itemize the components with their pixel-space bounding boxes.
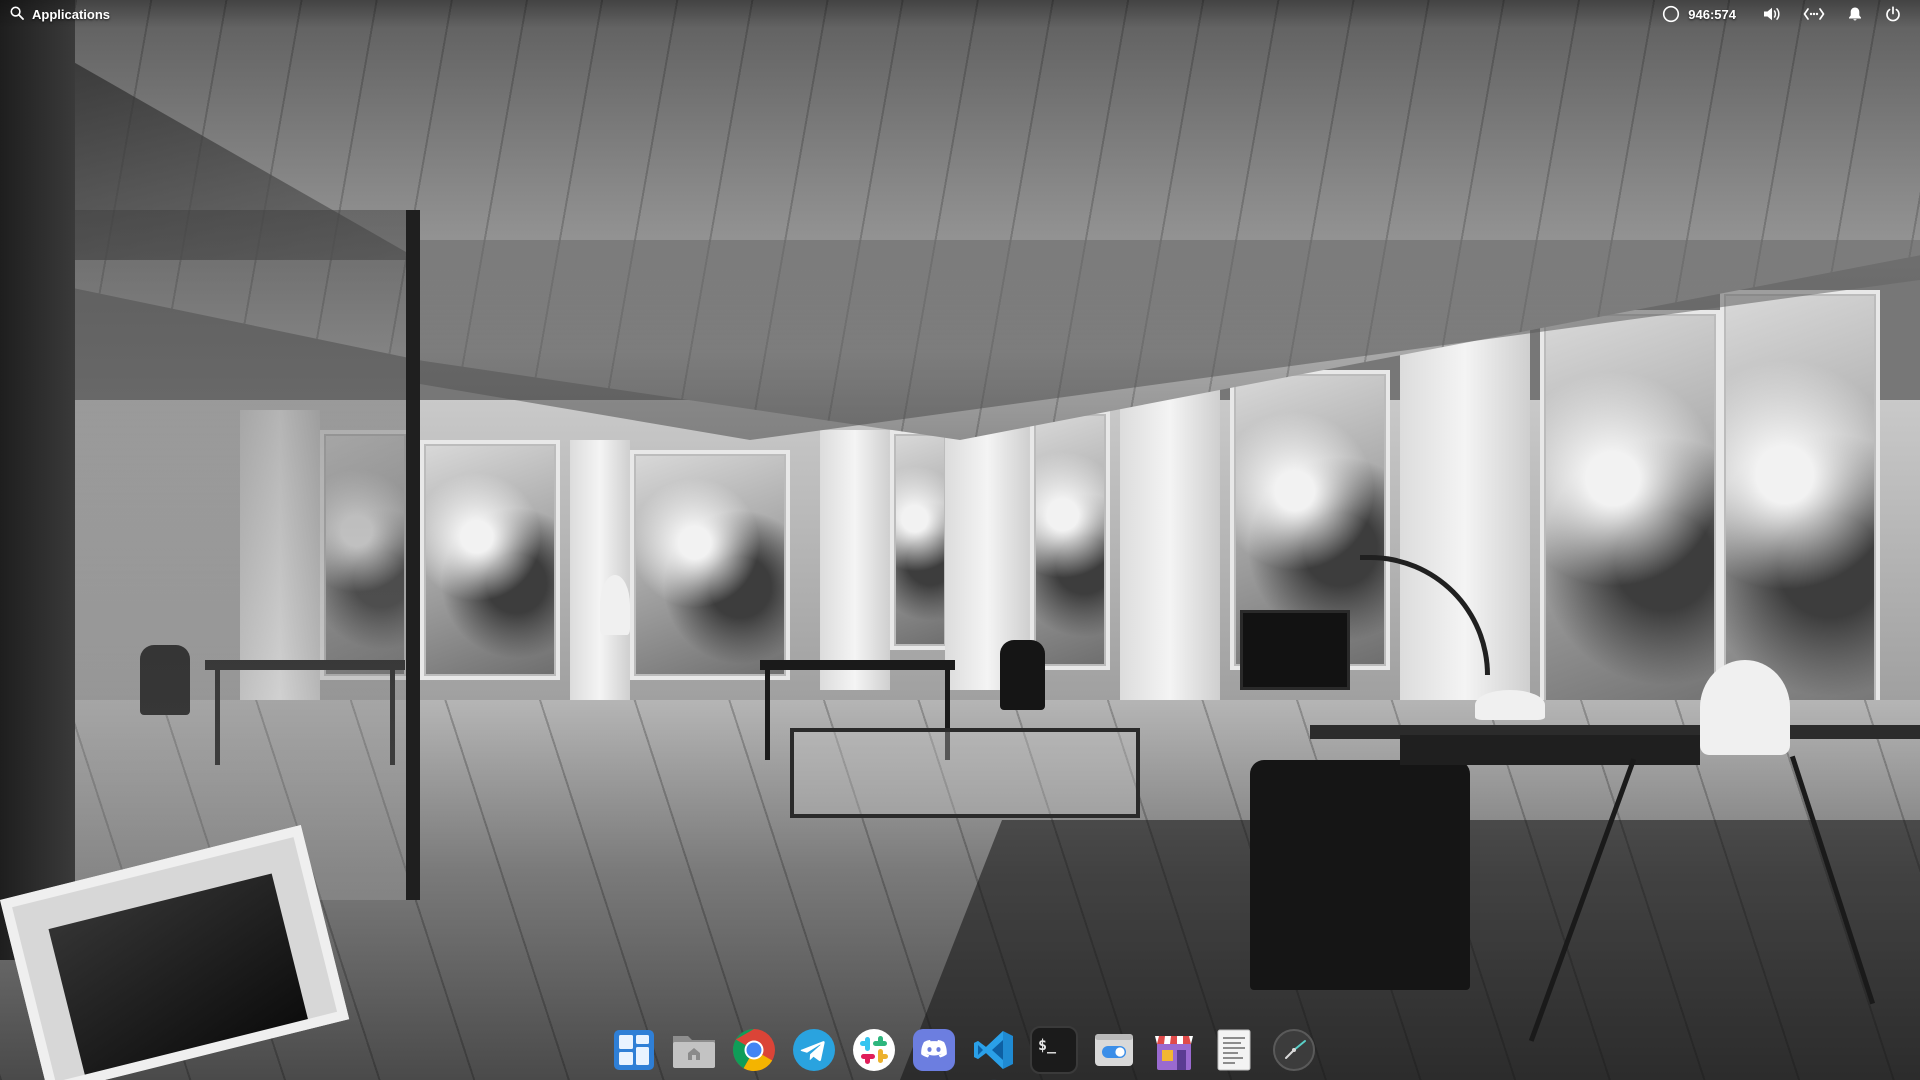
clock-icon [1270,1026,1318,1074]
chrome-icon [730,1026,778,1074]
dock-item-visual-studio-code[interactable] [970,1026,1018,1074]
wallpaper-window [630,450,790,680]
dock-item-appcenter[interactable] [1150,1026,1198,1074]
wallpaper-window [420,440,560,680]
discord-icon [910,1026,958,1074]
dock-item-slack[interactable] [850,1026,898,1074]
dock: $_ [600,1018,1328,1080]
session-indicator[interactable] [1874,0,1912,28]
notifications-indicator[interactable] [1836,0,1874,28]
clock-indicator[interactable]: 946:574 [1651,0,1752,28]
wallpaper-sculpture [600,575,630,635]
wallpaper-table-leg [765,665,770,760]
wallpaper-table [760,660,955,670]
dock-item-system-settings[interactable] [1090,1026,1138,1074]
applications-menu-button[interactable]: Applications [0,0,120,28]
settings-toggle-icon [1090,1026,1138,1074]
wallpaper-chair [1250,760,1470,990]
dock-item-text-editor[interactable] [1210,1026,1258,1074]
terminal-prompt-text: $_ [1038,1036,1057,1054]
appcenter-store-icon [1150,1026,1198,1074]
dock-item-discord[interactable] [910,1026,958,1074]
wallpaper-sculpture [1475,690,1545,720]
dock-item-clock-app[interactable] [1270,1026,1318,1074]
multitasking-icon [610,1026,658,1074]
desktop-wallpaper [0,0,1920,1080]
power-icon [1885,6,1901,22]
wallpaper-pillar [820,430,890,690]
wallpaper-chair [1000,640,1045,710]
vscode-icon [970,1026,1018,1074]
wallpaper-left-wall [0,0,75,960]
terminal-icon: $_ [1030,1026,1078,1074]
wallpaper-glass-partition [70,210,420,900]
wallpaper-sculpture [1700,660,1790,755]
document-icon [1210,1026,1258,1074]
sound-indicator[interactable] [1752,0,1792,28]
wallpaper-monitor [1240,610,1350,690]
top-panel: Applications 946:574 [0,0,1920,28]
telegram-icon [790,1026,838,1074]
dock-item-files[interactable] [670,1026,718,1074]
slack-icon [850,1026,898,1074]
wallpaper-pillar [570,440,630,710]
wallpaper-desk-tray [1400,735,1700,765]
wallpaper-pillar [1120,380,1220,730]
bell-icon [1847,6,1863,22]
network-indicator[interactable] [1792,0,1836,28]
wallpaper-window [1030,410,1110,670]
network-wired-icon [1803,7,1825,21]
dock-item-google-chrome[interactable] [730,1026,778,1074]
dock-item-multitasking-view[interactable] [610,1026,658,1074]
dock-item-terminal[interactable]: $_ [1030,1026,1078,1074]
circle-clock-icon [1662,5,1680,23]
wallpaper-window [890,430,950,650]
folder-home-icon [670,1026,718,1074]
clock-label: 946:574 [1688,6,1736,22]
speaker-icon [1763,6,1781,22]
wallpaper-window [1540,310,1720,730]
panel-indicators: 946:574 [1651,0,1920,28]
applications-label: Applications [32,6,111,22]
dock-item-telegram[interactable] [790,1026,838,1074]
wallpaper-glass-table [790,728,1140,818]
search-icon [10,5,24,23]
